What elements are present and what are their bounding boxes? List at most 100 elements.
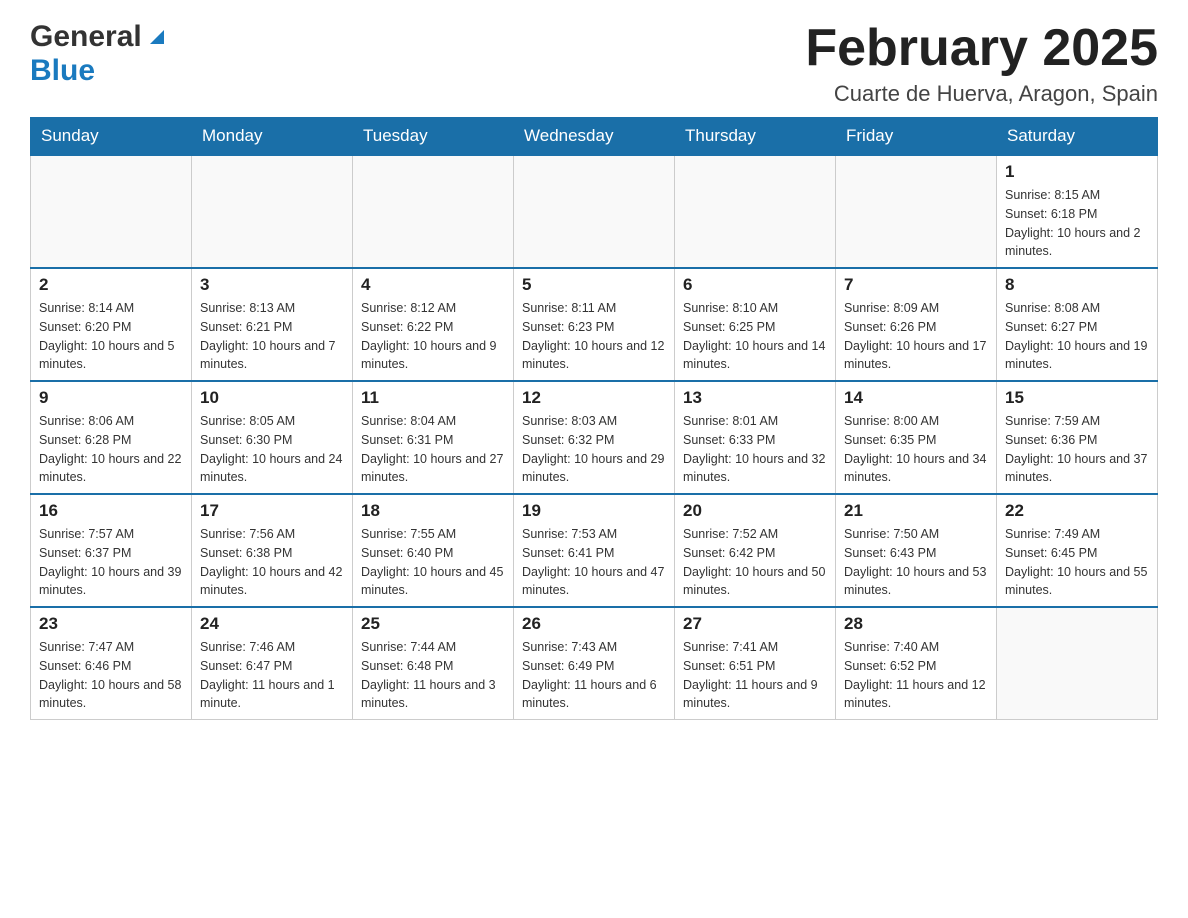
calendar-cell: 3 Sunrise: 8:13 AM Sunset: 6:21 PM Daylig… (192, 268, 353, 381)
day-number: 16 (39, 501, 183, 521)
day-info: Sunrise: 7:50 AM Sunset: 6:43 PM Dayligh… (844, 525, 988, 600)
day-info: Sunrise: 8:09 AM Sunset: 6:26 PM Dayligh… (844, 299, 988, 374)
day-number: 23 (39, 614, 183, 634)
calendar-cell: 2 Sunrise: 8:14 AM Sunset: 6:20 PM Daylig… (31, 268, 192, 381)
day-number: 28 (844, 614, 988, 634)
location: Cuarte de Huerva, Aragon, Spain (805, 81, 1158, 107)
calendar-cell (675, 155, 836, 268)
calendar-cell: 10 Sunrise: 8:05 AM Sunset: 6:30 PM Dayli… (192, 381, 353, 494)
day-header-tuesday: Tuesday (353, 118, 514, 156)
day-number: 2 (39, 275, 183, 295)
calendar-cell: 25 Sunrise: 7:44 AM Sunset: 6:48 PM Dayli… (353, 607, 514, 720)
logo: General Blue (30, 20, 168, 88)
day-number: 7 (844, 275, 988, 295)
day-info: Sunrise: 7:41 AM Sunset: 6:51 PM Dayligh… (683, 638, 827, 713)
day-info: Sunrise: 7:43 AM Sunset: 6:49 PM Dayligh… (522, 638, 666, 713)
day-info: Sunrise: 8:01 AM Sunset: 6:33 PM Dayligh… (683, 412, 827, 487)
month-title: February 2025 (805, 20, 1158, 77)
calendar-week-row: 23 Sunrise: 7:47 AM Sunset: 6:46 PM Dayli… (31, 607, 1158, 720)
day-number: 27 (683, 614, 827, 634)
day-number: 6 (683, 275, 827, 295)
day-number: 12 (522, 388, 666, 408)
calendar-cell: 21 Sunrise: 7:50 AM Sunset: 6:43 PM Dayli… (836, 494, 997, 607)
day-info: Sunrise: 8:04 AM Sunset: 6:31 PM Dayligh… (361, 412, 505, 487)
day-info: Sunrise: 7:47 AM Sunset: 6:46 PM Dayligh… (39, 638, 183, 713)
calendar-cell: 12 Sunrise: 8:03 AM Sunset: 6:32 PM Dayli… (514, 381, 675, 494)
day-info: Sunrise: 8:13 AM Sunset: 6:21 PM Dayligh… (200, 299, 344, 374)
day-number: 18 (361, 501, 505, 521)
day-info: Sunrise: 7:53 AM Sunset: 6:41 PM Dayligh… (522, 525, 666, 600)
title-block: February 2025 Cuarte de Huerva, Aragon, … (805, 20, 1158, 107)
day-info: Sunrise: 8:08 AM Sunset: 6:27 PM Dayligh… (1005, 299, 1149, 374)
day-header-friday: Friday (836, 118, 997, 156)
day-info: Sunrise: 7:52 AM Sunset: 6:42 PM Dayligh… (683, 525, 827, 600)
day-header-monday: Monday (192, 118, 353, 156)
calendar-week-row: 2 Sunrise: 8:14 AM Sunset: 6:20 PM Daylig… (31, 268, 1158, 381)
logo-blue-text: Blue (30, 54, 95, 87)
day-number: 3 (200, 275, 344, 295)
calendar-cell (353, 155, 514, 268)
day-number: 15 (1005, 388, 1149, 408)
day-number: 11 (361, 388, 505, 408)
day-info: Sunrise: 8:14 AM Sunset: 6:20 PM Dayligh… (39, 299, 183, 374)
calendar-cell: 15 Sunrise: 7:59 AM Sunset: 6:36 PM Dayli… (997, 381, 1158, 494)
day-info: Sunrise: 7:56 AM Sunset: 6:38 PM Dayligh… (200, 525, 344, 600)
day-number: 8 (1005, 275, 1149, 295)
day-info: Sunrise: 8:12 AM Sunset: 6:22 PM Dayligh… (361, 299, 505, 374)
calendar-cell: 1Sunrise: 8:15 AM Sunset: 6:18 PM Daylig… (997, 155, 1158, 268)
day-number: 21 (844, 501, 988, 521)
day-number: 13 (683, 388, 827, 408)
calendar-cell: 23 Sunrise: 7:47 AM Sunset: 6:46 PM Dayli… (31, 607, 192, 720)
day-header-thursday: Thursday (675, 118, 836, 156)
calendar-cell: 24 Sunrise: 7:46 AM Sunset: 6:47 PM Dayli… (192, 607, 353, 720)
day-number: 26 (522, 614, 666, 634)
calendar-week-row: 9 Sunrise: 8:06 AM Sunset: 6:28 PM Daylig… (31, 381, 1158, 494)
day-info: Sunrise: 7:44 AM Sunset: 6:48 PM Dayligh… (361, 638, 505, 713)
day-number: 17 (200, 501, 344, 521)
calendar-cell: 7 Sunrise: 8:09 AM Sunset: 6:26 PM Daylig… (836, 268, 997, 381)
calendar-cell: 18 Sunrise: 7:55 AM Sunset: 6:40 PM Dayli… (353, 494, 514, 607)
day-number: 5 (522, 275, 666, 295)
day-info: Sunrise: 8:05 AM Sunset: 6:30 PM Dayligh… (200, 412, 344, 487)
day-number: 10 (200, 388, 344, 408)
calendar-cell: 17 Sunrise: 7:56 AM Sunset: 6:38 PM Dayli… (192, 494, 353, 607)
calendar-header-row: SundayMondayTuesdayWednesdayThursdayFrid… (31, 118, 1158, 156)
calendar-cell (997, 607, 1158, 720)
day-info: Sunrise: 8:00 AM Sunset: 6:35 PM Dayligh… (844, 412, 988, 487)
calendar-cell: 16 Sunrise: 7:57 AM Sunset: 6:37 PM Dayli… (31, 494, 192, 607)
calendar-cell: 27 Sunrise: 7:41 AM Sunset: 6:51 PM Dayli… (675, 607, 836, 720)
day-info: Sunrise: 7:40 AM Sunset: 6:52 PM Dayligh… (844, 638, 988, 713)
day-header-wednesday: Wednesday (514, 118, 675, 156)
calendar-cell: 14 Sunrise: 8:00 AM Sunset: 6:35 PM Dayli… (836, 381, 997, 494)
day-number: 14 (844, 388, 988, 408)
day-info: Sunrise: 8:06 AM Sunset: 6:28 PM Dayligh… (39, 412, 183, 487)
day-number: 24 (200, 614, 344, 634)
calendar-cell: 20Sunrise: 7:52 AM Sunset: 6:42 PM Dayli… (675, 494, 836, 607)
logo-triangle-icon (146, 26, 168, 53)
calendar-table: SundayMondayTuesdayWednesdayThursdayFrid… (30, 117, 1158, 720)
day-info: Sunrise: 7:55 AM Sunset: 6:40 PM Dayligh… (361, 525, 505, 600)
calendar-cell: 4 Sunrise: 8:12 AM Sunset: 6:22 PM Daylig… (353, 268, 514, 381)
day-number: 19 (522, 501, 666, 521)
calendar-cell: 26 Sunrise: 7:43 AM Sunset: 6:49 PM Dayli… (514, 607, 675, 720)
day-info: Sunrise: 8:15 AM Sunset: 6:18 PM Dayligh… (1005, 186, 1149, 261)
calendar-cell: 5Sunrise: 8:11 AM Sunset: 6:23 PM Daylig… (514, 268, 675, 381)
day-info: Sunrise: 7:59 AM Sunset: 6:36 PM Dayligh… (1005, 412, 1149, 487)
day-info: Sunrise: 7:49 AM Sunset: 6:45 PM Dayligh… (1005, 525, 1149, 600)
calendar-cell: 6 Sunrise: 8:10 AM Sunset: 6:25 PM Daylig… (675, 268, 836, 381)
page-header: General Blue February 2025 Cuarte de Hue… (30, 20, 1158, 107)
calendar-cell: 9 Sunrise: 8:06 AM Sunset: 6:28 PM Daylig… (31, 381, 192, 494)
calendar-week-row: 1Sunrise: 8:15 AM Sunset: 6:18 PM Daylig… (31, 155, 1158, 268)
calendar-cell: 19 Sunrise: 7:53 AM Sunset: 6:41 PM Dayli… (514, 494, 675, 607)
day-info: Sunrise: 8:03 AM Sunset: 6:32 PM Dayligh… (522, 412, 666, 487)
day-info: Sunrise: 8:10 AM Sunset: 6:25 PM Dayligh… (683, 299, 827, 374)
day-number: 25 (361, 614, 505, 634)
day-info: Sunrise: 7:46 AM Sunset: 6:47 PM Dayligh… (200, 638, 344, 713)
calendar-cell (836, 155, 997, 268)
day-number: 9 (39, 388, 183, 408)
calendar-cell: 22 Sunrise: 7:49 AM Sunset: 6:45 PM Dayli… (997, 494, 1158, 607)
day-header-sunday: Sunday (31, 118, 192, 156)
day-number: 22 (1005, 501, 1149, 521)
day-number: 4 (361, 275, 505, 295)
day-info: Sunrise: 7:57 AM Sunset: 6:37 PM Dayligh… (39, 525, 183, 600)
